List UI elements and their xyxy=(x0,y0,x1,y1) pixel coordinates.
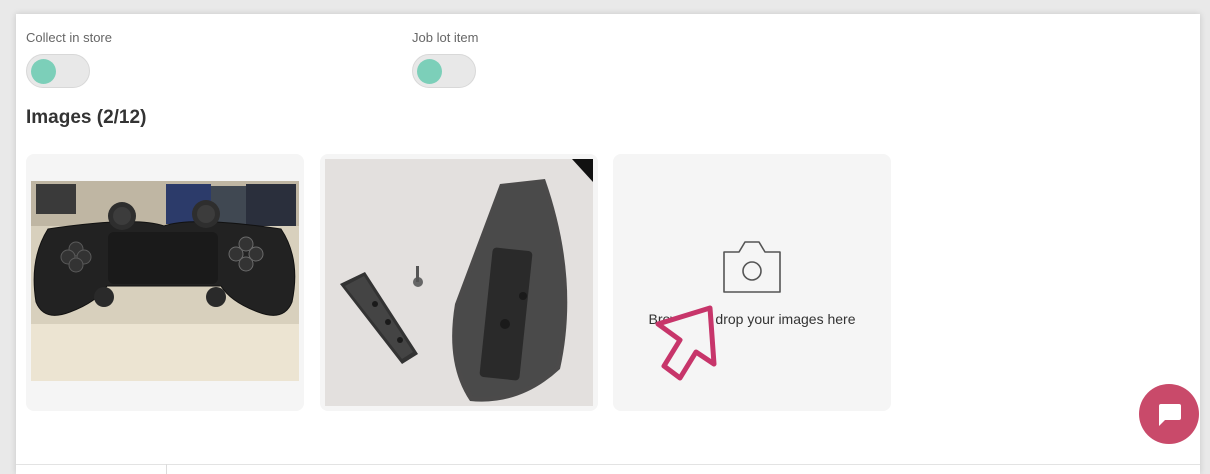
pointer-cursor-icon xyxy=(652,304,732,389)
chat-bubble-icon xyxy=(1159,404,1181,426)
collect-in-store-group: Collect in store xyxy=(26,30,112,88)
uploaded-image-tile[interactable] xyxy=(26,154,304,411)
section-divider xyxy=(16,464,1200,465)
job-lot-item-label: Job lot item xyxy=(412,30,479,45)
uploaded-image-tile[interactable] xyxy=(320,154,598,411)
job-lot-item-group: Job lot item xyxy=(412,30,478,88)
camera-icon xyxy=(723,240,781,293)
chat-button[interactable] xyxy=(1139,384,1199,444)
job-lot-item-toggle[interactable] xyxy=(412,54,476,88)
stand-pieces-photo xyxy=(325,159,593,406)
toggle-knob xyxy=(417,59,442,84)
collect-in-store-label: Collect in store xyxy=(26,30,112,45)
images-section-title: Images (2/12) xyxy=(26,107,147,128)
toggle-knob xyxy=(31,59,56,84)
listing-form-panel: Collect in store Job lot item Images (2/… xyxy=(16,14,1200,474)
collect-in-store-toggle[interactable] xyxy=(26,54,90,88)
controller-photo xyxy=(31,181,299,381)
column-divider xyxy=(166,464,167,474)
